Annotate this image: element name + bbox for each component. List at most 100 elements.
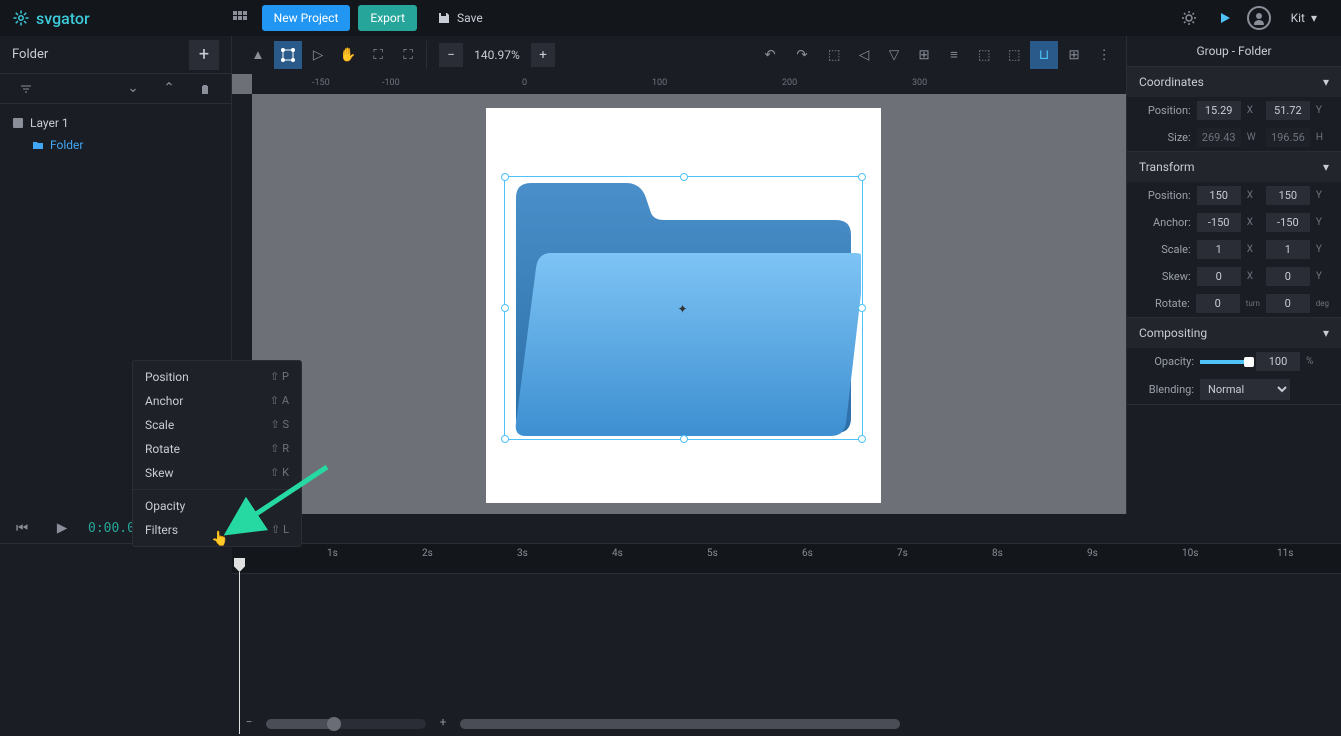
bounds-icon[interactable]: ⬚ — [820, 41, 848, 69]
crop-tool-icon[interactable]: ⛶ — [364, 41, 392, 69]
menu-item-scale[interactable]: Scale⇧ S — [133, 413, 301, 437]
section-title[interactable]: Compositing▾ — [1127, 318, 1341, 348]
chevron-down-icon[interactable]: ⌄ — [119, 75, 147, 103]
section-title[interactable]: Coordinates▾ — [1127, 67, 1341, 97]
opacity-value[interactable] — [1256, 352, 1300, 371]
trash-icon[interactable] — [191, 75, 219, 103]
timeline-h-scrollbar[interactable] — [460, 719, 900, 729]
node-tool-icon[interactable] — [274, 41, 302, 69]
redo-icon[interactable]: ↷ — [788, 41, 816, 69]
transform-scale-y[interactable] — [1266, 240, 1310, 259]
menu-item-rotate[interactable]: Rotate⇧ R — [133, 437, 301, 461]
user-menu[interactable]: Kit ▾ — [1279, 5, 1329, 31]
resize-handle-bl[interactable] — [501, 435, 509, 443]
zoom-in-timeline[interactable]: + — [434, 715, 452, 733]
zoom-in-button[interactable]: + — [531, 43, 555, 67]
export-button[interactable]: Export — [358, 5, 417, 31]
play-preview-icon[interactable] — [1211, 4, 1239, 32]
coord-size-h — [1266, 128, 1310, 147]
playhead[interactable] — [234, 558, 245, 572]
center-anchor-icon[interactable]: ✦ — [678, 302, 688, 316]
layer-up-icon[interactable]: ⬚ — [970, 41, 998, 69]
transform-position-x[interactable] — [1197, 186, 1241, 205]
distribute-icon[interactable]: ≡ — [940, 41, 968, 69]
zoom-out-button[interactable]: − — [439, 43, 463, 67]
hand-tool-icon[interactable]: ✋ — [334, 41, 362, 69]
chevron-up-icon[interactable]: ⌃ — [155, 75, 183, 103]
timeline-scroll: − + — [0, 712, 1341, 736]
menu-item-anchor[interactable]: Anchor⇧ A — [133, 389, 301, 413]
resize-handle-br[interactable] — [858, 435, 866, 443]
undo-icon[interactable]: ↶ — [756, 41, 784, 69]
transform-scale-x[interactable] — [1197, 240, 1241, 259]
menu-item-opacity[interactable]: Opacity — [133, 494, 301, 518]
playhead-line — [239, 572, 240, 734]
save-label: Save — [457, 11, 483, 25]
zoom-out-timeline[interactable]: − — [240, 715, 258, 733]
pen-tool-icon[interactable]: ▷ — [304, 41, 332, 69]
topbar: svgator New Project Export Save Kit ▾ — [0, 0, 1341, 36]
add-layer-button[interactable]: + — [189, 40, 219, 70]
timeline-zoom-scrollbar[interactable] — [266, 719, 426, 729]
menu-item-skew[interactable]: Skew⇧ K — [133, 461, 301, 485]
new-project-button[interactable]: New Project — [262, 5, 351, 31]
resize-handle-tr[interactable] — [858, 173, 866, 181]
resize-handle-bm[interactable] — [680, 435, 688, 443]
save-button[interactable]: Save — [425, 5, 495, 31]
select-tool-icon[interactable]: ▲ — [244, 41, 272, 69]
section-title[interactable]: Transform▾ — [1127, 152, 1341, 182]
resize-handle-mr[interactable] — [858, 304, 866, 312]
grid-toggle-icon[interactable]: ⊞ — [1060, 41, 1088, 69]
prop-label: Position: — [1139, 104, 1191, 117]
align-icon[interactable]: ⊞ — [910, 41, 938, 69]
resize-handle-tm[interactable] — [680, 173, 688, 181]
prop-label: Size: — [1139, 131, 1191, 144]
ruler-horizontal: -150 -100 0 100 200 300 — [252, 74, 1126, 94]
sidebar-header: Folder + — [0, 36, 231, 74]
transform-position-y[interactable] — [1266, 186, 1310, 205]
timeline-ruler[interactable]: 1s 2s 3s 4s 5s 6s 7s 8s 9s 10s 11s — [232, 544, 1341, 574]
coord-position-y[interactable] — [1266, 101, 1310, 120]
transform-rotate-deg[interactable] — [1266, 294, 1310, 313]
timeline-play-icon[interactable]: ▶ — [48, 515, 76, 543]
sidebar-toolbar: ⌄ ⌃ — [0, 74, 231, 104]
zoom-control: − 140.97% + — [431, 43, 563, 67]
zoom-value[interactable]: 140.97% — [467, 48, 527, 62]
layer-item[interactable]: Layer 1 — [0, 112, 231, 134]
props-title: Group - Folder — [1127, 36, 1341, 67]
filter-icon[interactable] — [12, 75, 40, 103]
coord-size-w — [1197, 128, 1241, 147]
app-name: svgator — [36, 9, 90, 28]
more-icon[interactable]: ⋮ — [1090, 41, 1118, 69]
transform-section: Transform▾ Position: X Y Anchor: X Y Sca… — [1127, 152, 1341, 318]
menu-divider — [133, 489, 301, 490]
canvas-area: ▲ ▷ ✋ ⛶ ⛶ − 140.97% + ↶ ↷ ⬚ ◁ ▽ ⊞ ≡ ⬚ — [232, 36, 1126, 514]
transform-skew-x[interactable] — [1197, 267, 1241, 286]
transform-anchor-x[interactable] — [1197, 213, 1241, 232]
animator-context-menu: Position⇧ P Anchor⇧ A Scale⇧ S Rotate⇧ R… — [132, 360, 302, 547]
transform-anchor-y[interactable] — [1266, 213, 1310, 232]
resize-handle-tl[interactable] — [501, 173, 509, 181]
canvas[interactable]: ✦ — [486, 108, 881, 503]
cursor-pointer-icon: 👆 — [211, 531, 228, 547]
coord-position-x[interactable] — [1197, 101, 1241, 120]
project-name: Folder — [12, 47, 181, 62]
layer-down-icon[interactable]: ⬚ — [1000, 41, 1028, 69]
timeline-rewind-icon[interactable]: ⏮ — [8, 515, 36, 543]
opacity-slider[interactable] — [1200, 360, 1250, 364]
fit-tool-icon[interactable]: ⛶ — [394, 41, 422, 69]
layer-item-folder[interactable]: Folder — [0, 134, 231, 156]
snap-magnet-icon[interactable]: ⊔ — [1030, 41, 1058, 69]
user-avatar[interactable] — [1247, 6, 1271, 30]
selection-box[interactable]: ✦ — [504, 176, 863, 440]
resize-handle-ml[interactable] — [501, 304, 509, 312]
transform-rotate-turn[interactable] — [1196, 294, 1240, 313]
menu-item-position[interactable]: Position⇧ P — [133, 365, 301, 389]
blending-select[interactable]: Normal — [1200, 379, 1290, 400]
flip-h-icon[interactable]: ◁ — [850, 41, 878, 69]
transform-skew-y[interactable] — [1266, 267, 1310, 286]
flip-v-icon[interactable]: ▽ — [880, 41, 908, 69]
settings-gear-icon[interactable] — [1175, 4, 1203, 32]
grid-icon[interactable] — [226, 4, 254, 32]
timeline-tracks[interactable] — [0, 574, 1341, 712]
